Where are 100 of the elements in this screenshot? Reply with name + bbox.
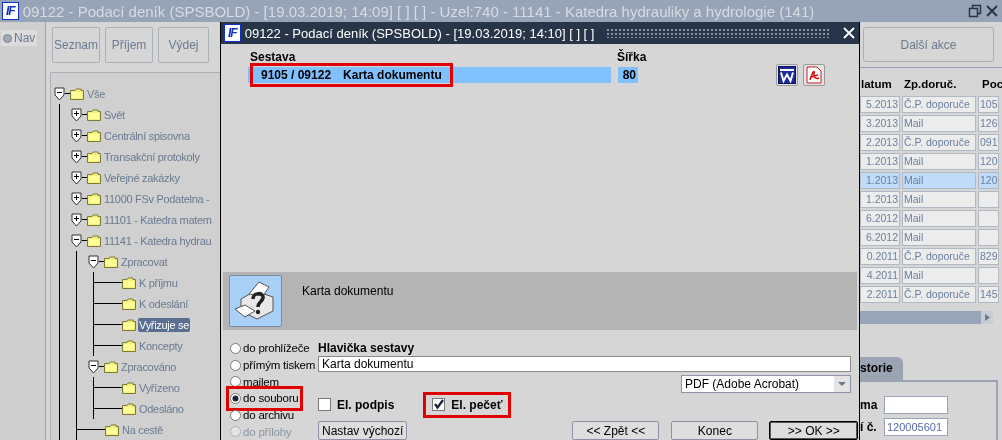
radio-icon bbox=[230, 359, 241, 371]
tree-item[interactable]: 11000 FSv Podatelna - bbox=[103, 191, 211, 206]
tree-item[interactable]: Koncepty bbox=[138, 338, 184, 353]
tree-item[interactable]: Zpracováno bbox=[120, 359, 178, 374]
format-dropdown[interactable]: PDF (Adobe Acrobat) bbox=[681, 375, 851, 394]
minus-icon[interactable] bbox=[88, 359, 99, 374]
dialog-button[interactable]: >> OK >> bbox=[769, 421, 859, 440]
table-cell: Mail bbox=[902, 115, 976, 132]
folder-icon bbox=[87, 150, 101, 163]
report-width: 80 bbox=[618, 67, 638, 83]
folder-icon bbox=[122, 276, 136, 289]
swirl-document-icon[interactable] bbox=[803, 64, 825, 86]
field-label: ma bbox=[860, 398, 879, 412]
tree-item[interactable]: Svět bbox=[103, 107, 126, 122]
checkbox-icon bbox=[432, 398, 446, 412]
dialog-logo: IF bbox=[224, 24, 241, 42]
table-cell: Č.P. doporuče bbox=[902, 248, 976, 265]
table-cell: Mail bbox=[902, 191, 976, 208]
minus-icon[interactable] bbox=[88, 254, 99, 269]
tree-item[interactable]: Vše bbox=[86, 86, 107, 101]
table-cell: 145 bbox=[978, 286, 999, 303]
tree-item[interactable]: Vyřizuje se bbox=[138, 317, 191, 332]
toolbar-button[interactable]: Výdej bbox=[158, 27, 209, 63]
toolbar-button[interactable]: Příjem bbox=[105, 27, 153, 63]
radio-icon bbox=[230, 342, 241, 354]
radio-icon bbox=[230, 409, 241, 421]
tree-item[interactable]: Centrální spisovna bbox=[103, 128, 191, 143]
folder-icon bbox=[87, 171, 101, 184]
input-field[interactable]: 120005601 bbox=[884, 418, 948, 436]
tree-item[interactable]: Zpracovat bbox=[120, 254, 169, 269]
table-cell: 105 bbox=[978, 96, 999, 113]
table-cell bbox=[978, 191, 999, 208]
field-label: í č. bbox=[860, 420, 878, 434]
tree-item[interactable]: Veřejné zakázky bbox=[103, 170, 181, 185]
toolbar-button[interactable]: Seznam bbox=[52, 27, 100, 63]
column-header: Zp.doruč. bbox=[903, 78, 958, 92]
table-cell: 0.2011 bbox=[860, 248, 900, 265]
header-field[interactable]: Karta dokumentu bbox=[318, 356, 851, 373]
folder-icon bbox=[122, 381, 136, 394]
printer-icon[interactable] bbox=[229, 275, 282, 327]
radio-icon bbox=[3, 33, 12, 43]
table-cell: Mail bbox=[902, 229, 976, 246]
input-field[interactable] bbox=[884, 396, 948, 414]
tree-item[interactable]: K příjmu bbox=[138, 275, 179, 290]
restore-icon[interactable] bbox=[968, 4, 982, 18]
table-cell: 120 bbox=[978, 153, 999, 170]
radio-icon bbox=[230, 376, 241, 388]
table-cell: 091 bbox=[978, 134, 999, 151]
table-cell: 829 bbox=[978, 248, 999, 265]
column-header: Poc bbox=[981, 78, 1002, 92]
report-row[interactable]: 9105 / 09122 Karta dokumentu bbox=[248, 62, 611, 88]
tab[interactable]: storie bbox=[860, 357, 903, 380]
report-name: Karta dokumentu bbox=[342, 68, 443, 82]
letter-w-icon[interactable] bbox=[776, 64, 798, 86]
action-button[interactable]: Další akce bbox=[863, 27, 994, 62]
report-code: 9105 / 09122 bbox=[260, 68, 333, 82]
output-radio[interactable]: mailem bbox=[230, 373, 279, 390]
table-cell: Mail bbox=[902, 172, 976, 189]
table-cell: Č.P. doporuče bbox=[902, 286, 976, 303]
output-radio[interactable]: do prohlížeče bbox=[230, 340, 310, 357]
option-checkbox[interactable]: El. podpis bbox=[318, 394, 401, 415]
preview-text: Karta dokumentu bbox=[302, 284, 394, 298]
dialog-button[interactable]: Konec bbox=[671, 421, 759, 440]
tree-item[interactable]: 11101 - Katedra matem bbox=[103, 212, 213, 227]
checkbox-icon bbox=[318, 398, 331, 412]
folder-icon bbox=[87, 213, 101, 226]
letter-w-drawing bbox=[778, 66, 796, 84]
plus-icon[interactable] bbox=[71, 128, 82, 143]
minus-icon[interactable] bbox=[54, 86, 65, 101]
folder-icon bbox=[122, 402, 136, 415]
plus-icon[interactable] bbox=[71, 107, 82, 122]
folder-icon bbox=[104, 255, 118, 268]
tree-item[interactable]: Vyřízeno bbox=[138, 380, 181, 395]
table-cell bbox=[978, 210, 999, 227]
minus-icon[interactable] bbox=[71, 233, 82, 248]
tree-item[interactable]: 11141 - Katedra hydrau bbox=[103, 233, 213, 248]
plus-icon[interactable] bbox=[71, 149, 82, 164]
output-radio[interactable]: do souboru bbox=[230, 390, 299, 407]
table-cell: Č.P. doporuče bbox=[902, 96, 976, 113]
table-cell: Mail bbox=[902, 153, 976, 170]
folder-icon bbox=[105, 423, 119, 436]
table-cell: 120 bbox=[978, 172, 999, 189]
tree-item[interactable]: Transakční protokoly bbox=[103, 149, 201, 164]
window-title: 09122 - Podací deník (SPSBOLD) - [19.03.2019; 14:09] [ ] [ ] - Uzel:740 - 11141 - Katedra hydrauliky a hydrologie (141) bbox=[22, 2, 816, 20]
plus-icon[interactable] bbox=[71, 212, 82, 227]
scrollbar[interactable] bbox=[860, 311, 993, 324]
table-cell: 4.2011 bbox=[860, 267, 900, 284]
output-radio[interactable]: do archivu bbox=[230, 406, 295, 424]
tree-item[interactable]: K odeslání bbox=[138, 296, 189, 311]
table-cell: 1.2013 bbox=[860, 172, 900, 189]
plus-icon[interactable] bbox=[71, 170, 82, 185]
plus-icon[interactable] bbox=[71, 191, 82, 206]
option-checkbox[interactable]: El. pečeť bbox=[426, 394, 509, 415]
tree-item[interactable]: Odesláno bbox=[138, 401, 185, 416]
dialog-button[interactable]: << Zpět << bbox=[572, 421, 660, 440]
tree-item[interactable]: Na cestě bbox=[121, 422, 164, 437]
output-radio[interactable]: přímým tiskem bbox=[230, 356, 316, 374]
table-cell: 2.2013 bbox=[860, 134, 900, 151]
column-header: Šířka bbox=[617, 50, 647, 62]
dialog-button[interactable]: Nastav výchozí bbox=[318, 421, 408, 440]
